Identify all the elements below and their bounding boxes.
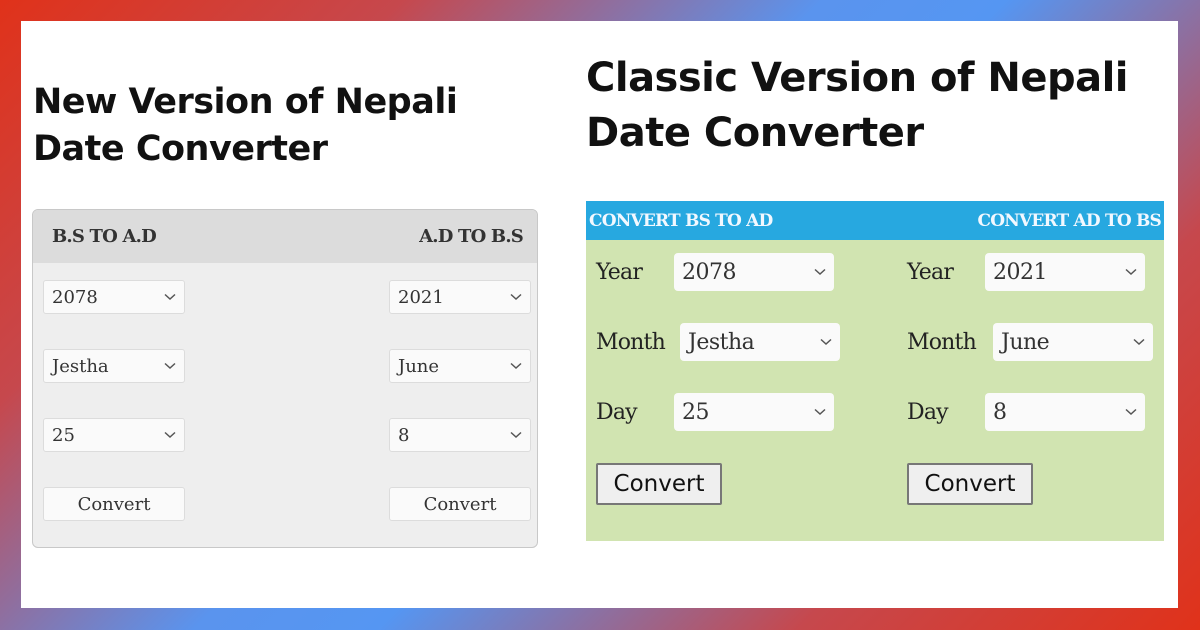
chevron-down-icon bbox=[1125, 268, 1137, 276]
ad-month-select[interactable]: June bbox=[389, 349, 531, 383]
classic-version-converter: CONVERT BS TO AD CONVERT AD TO BS Year 2… bbox=[586, 201, 1164, 541]
bs-day-value: 25 bbox=[52, 424, 75, 446]
bs-month-value: Jestha bbox=[52, 355, 109, 377]
classic-bs-year-row: Year 2078 bbox=[596, 253, 856, 291]
classic-bs-year-select[interactable]: 2078 bbox=[674, 253, 834, 291]
chevron-down-icon bbox=[510, 362, 522, 370]
bs-year-value: 2078 bbox=[52, 286, 98, 308]
ad-year-select[interactable]: 2021 bbox=[389, 280, 531, 314]
chevron-down-icon bbox=[1125, 408, 1137, 416]
classic-bs-day-value: 25 bbox=[682, 399, 710, 425]
classic-ad-month-value: June bbox=[1001, 329, 1050, 355]
classic-bs-day-row: Day 25 bbox=[596, 393, 856, 431]
ad-month-value: June bbox=[398, 355, 440, 377]
classic-version-heading-line2: Date Converter bbox=[586, 110, 924, 156]
classic-ad-year-select[interactable]: 2021 bbox=[985, 253, 1145, 291]
classic-bs-month-select[interactable]: Jestha bbox=[680, 323, 840, 361]
classic-bs-day-select[interactable]: 25 bbox=[674, 393, 834, 431]
month-label: Month bbox=[596, 329, 666, 355]
bs-convert-button[interactable]: Convert bbox=[43, 487, 185, 521]
ad-convert-button[interactable]: Convert bbox=[389, 487, 531, 521]
chevron-down-icon bbox=[814, 268, 826, 276]
classic-bs-month-value: Jestha bbox=[688, 329, 755, 355]
classic-ad-day-select[interactable]: 8 bbox=[985, 393, 1145, 431]
day-label: Day bbox=[596, 399, 638, 425]
year-label: Year bbox=[907, 259, 954, 285]
tab-ad-to-bs[interactable]: A.D TO B.S bbox=[419, 226, 524, 247]
classic-bs-month-row: Month Jestha bbox=[596, 323, 856, 361]
chevron-down-icon bbox=[814, 408, 826, 416]
new-version-header: B.S TO A.D A.D TO B.S bbox=[33, 210, 537, 263]
classic-bs-year-value: 2078 bbox=[682, 259, 737, 285]
classic-ad-to-bs-title: CONVERT AD TO BS bbox=[977, 210, 1162, 231]
ad-to-bs-form: 2021 June 8 Convert bbox=[389, 280, 531, 521]
classic-ad-month-row: Month June bbox=[907, 323, 1167, 361]
chevron-down-icon bbox=[164, 293, 176, 301]
classic-ad-to-bs-form: Year 2021 Month June Day 8 Convert bbox=[907, 253, 1167, 505]
classic-ad-month-select[interactable]: June bbox=[993, 323, 1153, 361]
chevron-down-icon bbox=[510, 431, 522, 439]
ad-day-value: 8 bbox=[398, 424, 410, 446]
bs-to-ad-form: 2078 Jestha 25 Convert bbox=[43, 280, 185, 521]
classic-ad-year-row: Year 2021 bbox=[907, 253, 1167, 291]
month-label: Month bbox=[907, 329, 977, 355]
tab-bs-to-ad[interactable]: B.S TO A.D bbox=[52, 226, 157, 247]
year-label: Year bbox=[596, 259, 643, 285]
new-version-heading: New Version of Nepali Date Converter bbox=[33, 79, 458, 173]
classic-ad-day-row: Day 8 bbox=[907, 393, 1167, 431]
bs-year-select[interactable]: 2078 bbox=[43, 280, 185, 314]
classic-ad-day-value: 8 bbox=[993, 399, 1007, 425]
chevron-down-icon bbox=[164, 362, 176, 370]
new-version-heading-line2: Date Converter bbox=[33, 129, 328, 169]
classic-bs-to-ad-form: Year 2078 Month Jestha Day 25 Convert bbox=[596, 253, 856, 505]
classic-ad-convert-button[interactable]: Convert bbox=[907, 463, 1033, 505]
day-label: Day bbox=[907, 399, 949, 425]
bs-day-select[interactable]: 25 bbox=[43, 418, 185, 452]
new-version-heading-line1: New Version of Nepali bbox=[33, 82, 458, 122]
chevron-down-icon bbox=[820, 338, 832, 346]
bs-month-select[interactable]: Jestha bbox=[43, 349, 185, 383]
chevron-down-icon bbox=[510, 293, 522, 301]
classic-ad-year-value: 2021 bbox=[993, 259, 1048, 285]
classic-bs-to-ad-title: CONVERT BS TO AD bbox=[589, 210, 773, 231]
ad-day-select[interactable]: 8 bbox=[389, 418, 531, 452]
content-panel: New Version of Nepali Date Converter Cla… bbox=[21, 21, 1178, 608]
classic-bs-convert-button[interactable]: Convert bbox=[596, 463, 722, 505]
chevron-down-icon bbox=[1133, 338, 1145, 346]
ad-year-value: 2021 bbox=[398, 286, 444, 308]
classic-version-heading: Classic Version of Nepali Date Converter bbox=[586, 51, 1129, 161]
chevron-down-icon bbox=[164, 431, 176, 439]
classic-version-heading-line1: Classic Version of Nepali bbox=[586, 55, 1129, 101]
new-version-converter: B.S TO A.D A.D TO B.S 2078 Jestha 25 Con… bbox=[32, 209, 538, 548]
classic-version-header: CONVERT BS TO AD CONVERT AD TO BS bbox=[586, 201, 1164, 240]
